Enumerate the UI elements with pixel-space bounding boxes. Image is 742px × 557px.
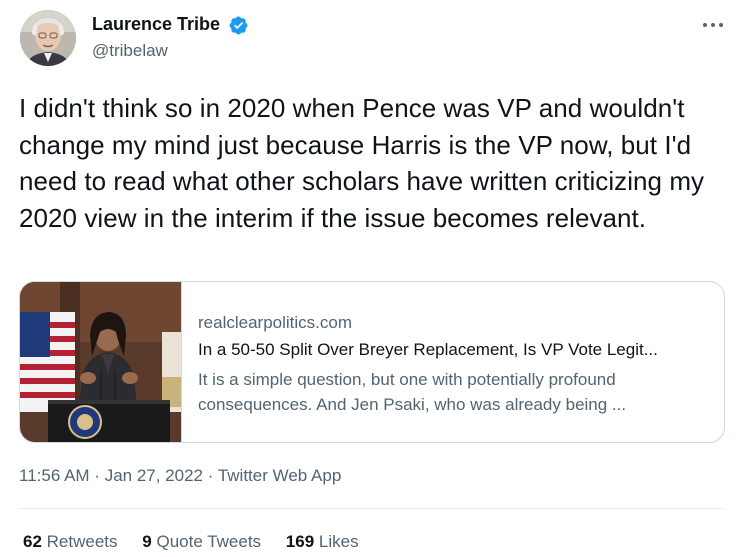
tweet-date[interactable]: Jan 27, 2022	[105, 466, 203, 485]
card-thumbnail-image	[20, 282, 181, 442]
verified-badge-icon	[229, 16, 248, 35]
retweets-label: Retweets	[46, 532, 118, 551]
quote-tweets-label: Quote Tweets	[156, 532, 262, 551]
quote-tweets-count: 9	[142, 532, 152, 551]
more-options-icon[interactable]	[700, 16, 726, 34]
tweet-text: I didn't think so in 2020 when Pence was…	[19, 93, 705, 233]
tweet-time[interactable]: 11:56 AM	[19, 466, 90, 485]
meta-separator: ·	[203, 466, 218, 485]
avatar[interactable]	[20, 10, 76, 66]
link-card[interactable]: realclearpolitics.com In a 50-50 Split O…	[19, 281, 725, 443]
retweets-stat[interactable]: 62 Retweets	[23, 532, 118, 552]
card-title: In a 50-50 Split Over Breyer Replacement…	[198, 340, 658, 359]
tweet-meta: 11:56 AM · Jan 27, 2022 · Twitter Web Ap…	[19, 466, 341, 486]
likes-count: 169	[285, 532, 315, 551]
avatar-image	[20, 10, 76, 66]
card-domain: realclearpolitics.com	[198, 313, 352, 332]
author-handle[interactable]: @tribelaw	[92, 41, 168, 61]
quote-tweets-stat[interactable]: 9 Quote Tweets	[142, 532, 261, 552]
tweet-source-app[interactable]: Twitter Web App	[218, 466, 341, 485]
card-thumbnail	[20, 282, 182, 442]
likes-label: Likes	[318, 532, 359, 551]
tweet: Laurence Tribe @tribelaw I didn't think …	[0, 0, 742, 557]
meta-separator: ·	[89, 466, 105, 485]
divider	[19, 508, 724, 509]
card-description: It is a simple question, but one with po…	[198, 370, 627, 414]
author-name[interactable]: Laurence Tribe	[92, 14, 220, 35]
retweets-count: 62	[23, 532, 42, 551]
tweet-stats: 62 Retweets 9 Quote Tweets 169 Likes	[23, 532, 379, 552]
likes-stat[interactable]: 169 Likes	[286, 532, 359, 552]
